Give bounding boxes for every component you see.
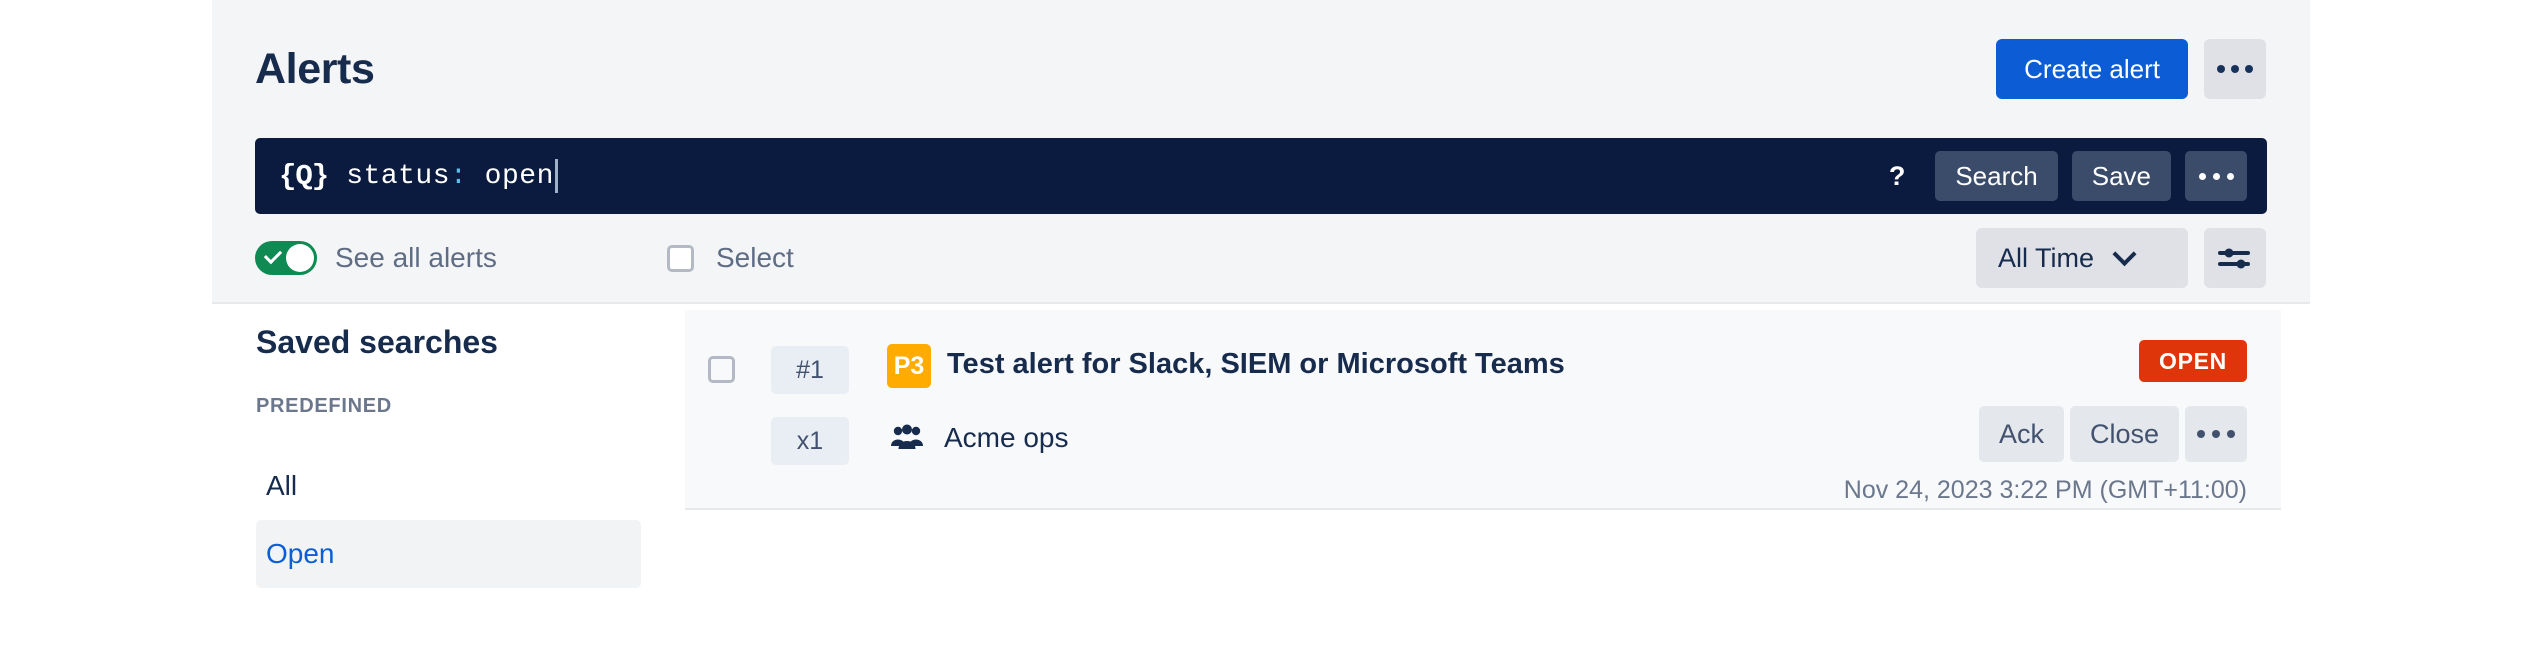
- alert-count-badge: x1: [771, 417, 849, 465]
- search-more-button[interactable]: [2185, 151, 2247, 201]
- sidebar-section-predefined: PREDEFINED: [256, 395, 392, 417]
- alert-title[interactable]: Test alert for Slack, SIEM or Microsoft …: [947, 348, 1565, 381]
- priority-badge: P3: [887, 344, 931, 388]
- ellipsis-icon: [2227, 430, 2235, 438]
- ack-button[interactable]: Ack: [1978, 406, 2064, 462]
- toolbar-right: All Time: [1976, 228, 2266, 288]
- sliders-icon: [2218, 248, 2250, 269]
- alert-row[interactable]: #1 x1 P3 Test alert for Slack, SIEM or M…: [685, 310, 2281, 510]
- header-actions: Create alert: [1996, 39, 2266, 99]
- alert-timestamp: Nov 24, 2023 3:22 PM (GMT+11:00): [1843, 476, 2247, 504]
- page-header: Alerts Create alert: [212, 0, 2310, 138]
- search-button[interactable]: Search: [1935, 151, 2058, 201]
- search-input[interactable]: status: open: [346, 159, 558, 193]
- chevron-down-icon: [2112, 241, 2137, 266]
- ellipsis-icon: [2197, 430, 2205, 438]
- top-panel: Alerts Create alert {Q} status: open ? S…: [212, 0, 2310, 304]
- ellipsis-icon: [2217, 65, 2225, 73]
- ellipsis-icon: [2226, 172, 2234, 180]
- sidebar-item-open[interactable]: Open: [256, 520, 641, 588]
- saved-searches-sidebar: Saved searches PREDEFINED All Open: [212, 304, 685, 646]
- alert-id-badge: #1: [771, 346, 849, 394]
- alert-checkbox[interactable]: [708, 356, 735, 383]
- query-brace-icon: {Q}: [279, 159, 329, 193]
- ellipsis-icon: [2231, 65, 2239, 73]
- status-badge: OPEN: [2139, 340, 2247, 382]
- alert-list: #1 x1 P3 Test alert for Slack, SIEM or M…: [685, 310, 2281, 510]
- check-icon: [263, 245, 283, 265]
- query-key: status: [346, 160, 451, 192]
- save-search-button[interactable]: Save: [2071, 151, 2171, 201]
- close-button[interactable]: Close: [2069, 406, 2179, 462]
- see-all-alerts-group: See all alerts: [255, 241, 667, 275]
- select-all-label: Select: [716, 242, 794, 273]
- filter-settings-button[interactable]: [2204, 228, 2266, 288]
- search-actions: ? Search Save: [1873, 151, 2247, 201]
- toolbar-row: See all alerts Select All Time: [212, 214, 2310, 302]
- see-all-alerts-toggle[interactable]: [255, 241, 317, 275]
- alert-team: Acme ops: [890, 422, 1069, 454]
- time-filter-value: All Time: [1998, 242, 2095, 273]
- help-icon[interactable]: ?: [1873, 161, 1922, 192]
- alert-actions: Ack Close: [1978, 406, 2247, 462]
- header-more-button[interactable]: [2204, 39, 2266, 99]
- query-colon: :: [450, 160, 468, 192]
- sidebar-title: Saved searches: [256, 324, 498, 360]
- toggle-knob: [286, 244, 314, 272]
- select-all-group: Select: [667, 242, 794, 274]
- alert-more-button[interactable]: [2185, 406, 2247, 462]
- ellipsis-icon: [2212, 430, 2220, 438]
- text-caret: [554, 159, 558, 193]
- ellipsis-icon: [2245, 65, 2253, 73]
- see-all-alerts-label: See all alerts: [335, 242, 497, 273]
- select-all-checkbox[interactable]: [667, 244, 694, 272]
- people-group-icon: [891, 424, 923, 449]
- search-bar[interactable]: {Q} status: open ? Search Save: [255, 138, 2267, 214]
- ellipsis-icon: [2198, 172, 2206, 180]
- alerts-page: Alerts Create alert {Q} status: open ? S…: [0, 0, 2524, 646]
- alert-team-name: Acme ops: [944, 422, 1069, 453]
- sidebar-item-all[interactable]: All: [256, 456, 641, 516]
- time-filter-dropdown[interactable]: All Time: [1976, 228, 2188, 288]
- page-title: Alerts: [255, 44, 375, 93]
- ellipsis-icon: [2212, 172, 2220, 180]
- query-value: open: [467, 160, 554, 192]
- create-alert-button[interactable]: Create alert: [1996, 39, 2188, 99]
